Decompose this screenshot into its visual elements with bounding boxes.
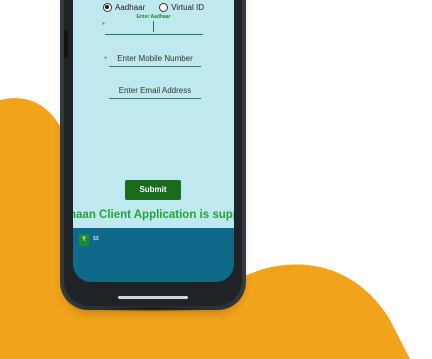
scrolling-banner-text: naan Client Application is supp (73, 209, 234, 221)
id-type-radio-group: Aadhaar Virtual ID (73, 0, 234, 14)
aadhaar-input[interactable] (105, 20, 203, 35)
phone-side-button (64, 30, 68, 58)
radio-virtual-id-label: Virtual ID (171, 2, 204, 12)
mobile-number-input[interactable]: Enter Mobile Number (109, 52, 201, 67)
app-form-area: Aadhaar Virtual ID Enter Aadhaar * * Ent… (73, 0, 234, 228)
radio-unchecked-icon (159, 2, 169, 12)
text-cursor (153, 21, 154, 32)
home-indicator[interactable] (118, 296, 188, 299)
mobile-required-mark: * (104, 55, 108, 64)
radio-aadhaar[interactable]: Aadhaar (102, 0, 146, 14)
radio-virtual-id[interactable]: Virtual ID (159, 0, 204, 14)
submit-button[interactable]: Submit (125, 180, 181, 200)
app-notification-icon: ₹ (79, 234, 89, 246)
phone-screen: Aadhaar Virtual ID Enter Aadhaar * * Ent… (73, 0, 234, 282)
status-text: $$ (93, 236, 99, 242)
phone-shadow (90, 306, 214, 312)
radio-checked-icon (102, 2, 112, 12)
scene: Aadhaar Virtual ID Enter Aadhaar * * Ent… (0, 0, 432, 359)
radio-aadhaar-label: Aadhaar (114, 2, 146, 12)
email-address-input[interactable]: Enter Email Address (109, 84, 201, 99)
